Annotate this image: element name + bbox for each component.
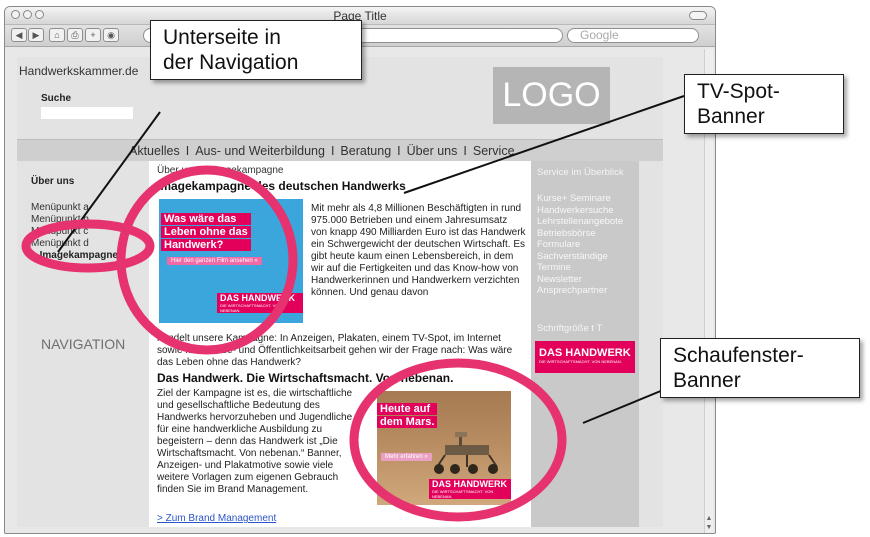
shop-window-banner[interactable]: Heute auf dem Mars. Mehr erfahren » DAS …: [377, 391, 511, 505]
service-item-kurse[interactable]: Kurse+ Seminare: [537, 193, 623, 205]
service-item-lehrstellen[interactable]: Lehrstellenangebote: [537, 216, 623, 228]
service-sidebar: Service im Überblick Kurse+ Seminare Han…: [531, 161, 639, 527]
scroll-up-icon[interactable]: ▲: [705, 514, 713, 523]
sidebar-brand-name: DAS HANDWERK: [539, 347, 631, 359]
search-placeholder: Google: [580, 28, 619, 42]
tv-banner-headline-line: Leben ohne das: [161, 226, 251, 238]
site-title: Handwerkskammer.de: [19, 64, 139, 78]
print-icon[interactable]: ⎙: [67, 28, 83, 42]
site-search-input[interactable]: [41, 107, 133, 119]
tv-spot-banner[interactable]: Was wäre das Leben ohne das Handwerk? Hi…: [159, 199, 303, 323]
intro-paragraph-continued: handelt unsere Kampagne: In Anzeigen, Pl…: [157, 333, 513, 368]
add-bookmark-icon[interactable]: +: [85, 28, 101, 42]
main-navigation: Aktuelles I Aus- und Weiterbildung I Beratun…: [17, 139, 663, 161]
nav-separator: I: [463, 144, 467, 158]
browser-window: Page Title ◀ ▶ ⌂ ⎙ + ◉ Google Handwerksk…: [4, 6, 716, 534]
service-item-sachverstaendige[interactable]: Sachverständige: [537, 251, 623, 263]
nav-separator: I: [330, 144, 335, 158]
sub-nav-item-c[interactable]: Menüpunkt c: [31, 226, 88, 237]
shop-callout-line: Schaufenster-: [673, 344, 804, 367]
font-size-control[interactable]: Schriftgröße t T: [537, 323, 602, 334]
service-item-betriebsboerse[interactable]: Betriebsbörse: [537, 228, 623, 240]
nav-item-ueber-uns[interactable]: Über uns: [407, 144, 458, 158]
service-heading: Service im Überblick: [537, 167, 624, 178]
nav-callout: Unterseite in der Navigation: [150, 20, 362, 80]
service-item-formulare[interactable]: Formulare: [537, 239, 623, 251]
tv-banner-watch-button[interactable]: Hier den ganzen Film ansehen »: [167, 257, 262, 265]
tv-banner-headline-line: Was wäre das: [161, 213, 251, 225]
browser-search-input[interactable]: Google: [567, 28, 699, 43]
mars-banner-brand-claim: DIE WIRTSCHAFTSMACHT. VON NEBENAN.: [432, 489, 494, 499]
mars-banner-headline-line: dem Mars.: [377, 416, 438, 428]
service-list: Kurse+ Seminare Handwerkersuche Lehrstel…: [537, 193, 623, 297]
search-label: Suche: [41, 93, 72, 104]
navigation-placeholder-label: NAVIGATION: [41, 336, 126, 352]
site-logo[interactable]: LOGO: [493, 67, 610, 124]
nav-item-ausbildung[interactable]: Aus- und Weiterbildung: [195, 144, 325, 158]
nav-callout-line: Unterseite in: [163, 26, 281, 49]
home-icon[interactable]: ⌂: [49, 28, 65, 42]
back-icon[interactable]: ◀: [11, 28, 27, 42]
nav-item-service[interactable]: Service: [473, 144, 515, 158]
brand-management-link[interactable]: > Zum Brand Management: [157, 513, 276, 524]
mars-rover-illustration: [434, 432, 498, 474]
page-title: Imagekampagne des deutschen Handwerks: [157, 179, 406, 193]
sub-nav-item-d[interactable]: Menüpunkt d: [31, 238, 89, 249]
nav-callout-line: der Navigation: [163, 51, 299, 74]
tv-callout-line: TV-Spot-: [697, 80, 780, 103]
forward-icon[interactable]: ▶: [28, 28, 44, 42]
tv-banner-brand-name: DAS HANDWERK: [220, 293, 295, 303]
shop-callout-line: Banner: [673, 369, 741, 392]
service-item-termine[interactable]: Termine: [537, 262, 623, 274]
screenshot: Page Title ◀ ▶ ⌂ ⎙ + ◉ Google Handwerksk…: [0, 0, 870, 537]
mars-banner-headline-line: Heute auf: [377, 403, 438, 415]
mars-banner-brand-name: DAS HANDWERK: [432, 479, 507, 489]
web-page: Handwerkskammer.de Suche LOGO Aktuelles I…: [17, 57, 663, 527]
campaign-paragraph: Ziel der Kampagne ist es, die wirtschaft…: [157, 388, 353, 495]
breadcrumb: Über uns > Imagekampagne: [157, 165, 284, 176]
service-item-newsletter[interactable]: Newsletter: [537, 274, 623, 286]
scroll-down-icon[interactable]: ▼: [705, 523, 713, 532]
tv-banner-headline-line: Handwerk?: [161, 239, 251, 251]
sidebar-brand-claim: DIE WIRTSCHAFTSMACHT. VON NEBENAN.: [539, 359, 622, 364]
rss-icon[interactable]: ◉: [103, 28, 119, 42]
main-content: Über uns > Imagekampagne Imagekampagne d…: [149, 161, 531, 527]
nav-separator: I: [185, 144, 190, 158]
section-heading: Das Handwerk. Die Wirtschaftsmacht. Von …: [157, 371, 454, 385]
sub-nav-item-imagekampagne[interactable]: > Imagekampagne: [31, 250, 118, 261]
tv-banner-brand: DAS HANDWERK DIE WIRTSCHAFTSMACHT. VON N…: [217, 293, 303, 313]
sub-nav-item-a[interactable]: Menüpunkt a: [31, 202, 89, 213]
nav-separator: I: [397, 144, 401, 158]
sub-navigation: Über uns Menüpunkt a Menüpunkt b Menüpun…: [17, 161, 149, 527]
mars-banner-brand: DAS HANDWERK DIE WIRTSCHAFTSMACHT. VON N…: [429, 479, 511, 499]
service-item-handwerkersuche[interactable]: Handwerkersuche: [537, 205, 623, 217]
intro-paragraph: Mit mehr als 4,8 Millionen Beschäftigten…: [311, 203, 526, 298]
nav-item-aktuelles[interactable]: Aktuelles: [129, 144, 180, 158]
nav-item-beratung[interactable]: Beratung: [340, 144, 391, 158]
tv-callout-line: Banner: [697, 105, 765, 128]
shop-window-callout: Schaufenster- Banner: [660, 338, 860, 398]
sidebar-brand-banner[interactable]: DAS HANDWERK DIE WIRTSCHAFTSMACHT. VON N…: [535, 341, 635, 373]
tv-banner-brand-claim: DIE WIRTSCHAFTSMACHT. VON NEBENAN.: [220, 303, 282, 313]
tv-spot-callout: TV-Spot- Banner: [684, 74, 844, 134]
sub-nav-heading: Über uns: [31, 176, 75, 187]
mars-banner-more-button[interactable]: Mehr erfahren »: [381, 453, 432, 461]
sub-nav-item-b[interactable]: Menüpunkt b: [31, 214, 89, 225]
service-item-ansprechpartner[interactable]: Ansprechpartner: [537, 285, 623, 297]
toolbar-toggle-button[interactable]: [689, 11, 707, 20]
